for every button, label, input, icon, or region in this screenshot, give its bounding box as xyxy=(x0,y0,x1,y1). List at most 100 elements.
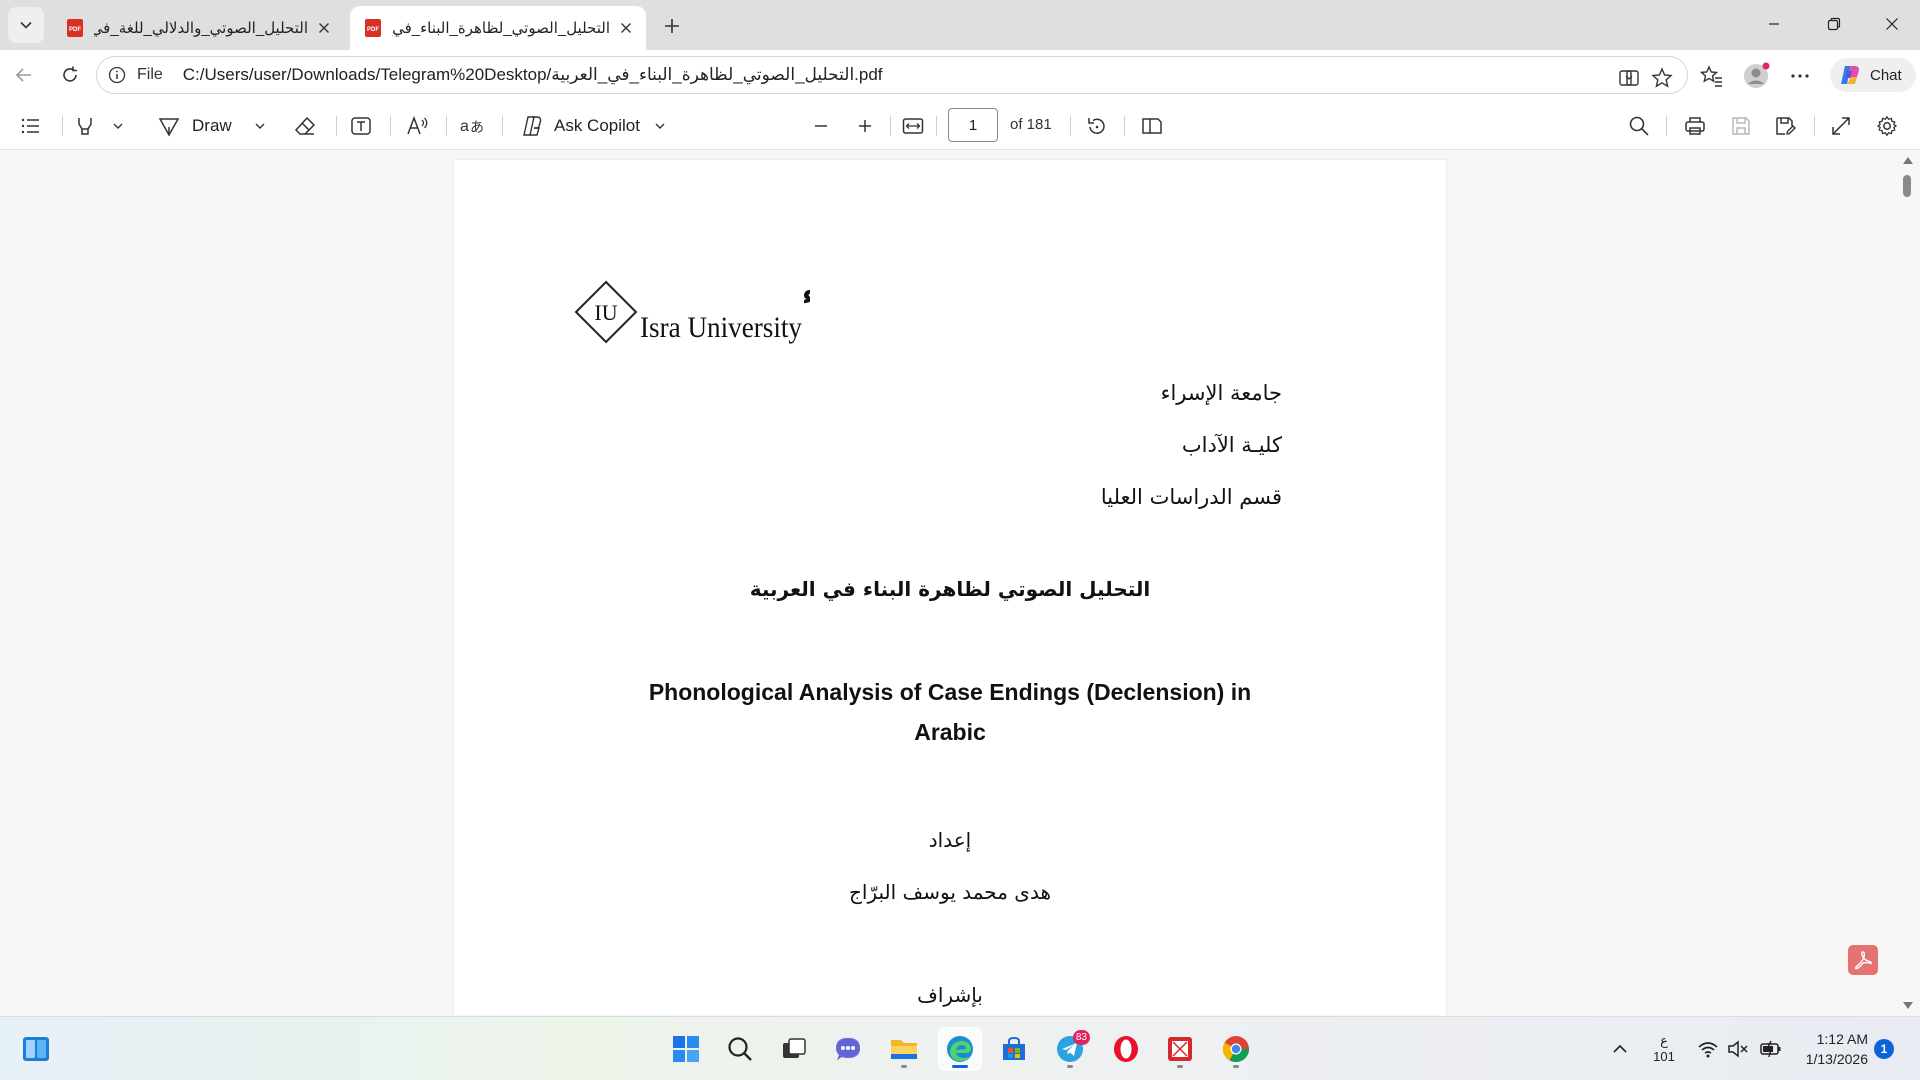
file-explorer-button[interactable] xyxy=(882,1027,926,1071)
chrome-button[interactable] xyxy=(1214,1027,1258,1071)
rotate-button[interactable] xyxy=(1086,113,1108,139)
start-button[interactable] xyxy=(664,1027,708,1071)
read-aloud-button[interactable] xyxy=(406,113,430,139)
clock-date: 1/13/2026 xyxy=(1805,1051,1868,1067)
scroll-up-arrow-icon[interactable] xyxy=(1903,157,1913,164)
chat-app-button[interactable] xyxy=(826,1027,870,1071)
save-button[interactable] xyxy=(1730,113,1752,139)
chevron-down-icon xyxy=(655,123,665,129)
draw-label: Draw xyxy=(192,116,232,135)
fit-width-icon xyxy=(902,118,924,134)
tab-pdf-phonological-analysis[interactable]: PDF التحليل_الصوتي_لظاهرة_البناء_في_ال xyxy=(350,6,646,50)
toolbar-divider xyxy=(1070,116,1071,136)
pdf-app-icon xyxy=(1168,1037,1192,1061)
toolbar-divider xyxy=(446,116,447,136)
pdf-viewer[interactable]: IU جامعة الإسراء Isra University جامعة ا… xyxy=(4,151,1900,1015)
minimize-button[interactable] xyxy=(1746,0,1802,48)
vertical-scrollbar[interactable] xyxy=(1898,151,1916,1015)
table-of-contents-button[interactable] xyxy=(20,113,42,139)
find-button[interactable] xyxy=(1628,113,1650,139)
task-view-button[interactable] xyxy=(772,1027,816,1071)
save-as-button[interactable] xyxy=(1774,113,1796,139)
translate-button[interactable]: aあ xyxy=(460,113,486,139)
edge-browser-button[interactable] xyxy=(938,1027,982,1071)
search-button[interactable] xyxy=(718,1027,762,1071)
highlight-options-dropdown[interactable] xyxy=(112,113,124,139)
system-clock[interactable]: 1:12 AM 1/13/2026 xyxy=(1790,1017,1868,1080)
chevron-down-icon xyxy=(255,123,265,129)
tab-close-button[interactable] xyxy=(616,18,636,38)
print-button[interactable] xyxy=(1684,113,1706,139)
favorites-icon[interactable] xyxy=(1698,62,1726,90)
close-icon xyxy=(621,23,631,33)
pdf-file-icon: PDF xyxy=(365,19,381,37)
rotate-icon xyxy=(1088,118,1105,135)
wifi-status[interactable] xyxy=(1694,1017,1722,1080)
running-indicator xyxy=(1177,1065,1183,1068)
copilot-chat-button[interactable]: Chat xyxy=(1830,58,1916,92)
scroll-thumb[interactable] xyxy=(1903,175,1911,197)
thesis-title-arabic: التحليل الصوتي لظاهرة البناء في العربية xyxy=(749,577,1151,601)
eraser-icon xyxy=(294,116,316,135)
chat-bubble-icon xyxy=(836,1038,860,1060)
notification-badge[interactable]: 1 xyxy=(1874,1039,1894,1059)
input-language-indicator[interactable]: ع 101 xyxy=(1648,1017,1680,1080)
add-text-button[interactable] xyxy=(350,113,372,139)
zoom-out-button[interactable] xyxy=(812,113,830,139)
ask-copilot-dropdown[interactable] xyxy=(654,113,666,139)
site-info-icon[interactable] xyxy=(107,65,127,85)
close-window-button[interactable] xyxy=(1864,0,1920,48)
search-icon xyxy=(728,1037,752,1061)
microsoft-store-button[interactable] xyxy=(992,1027,1036,1071)
logo-english-text: Isra University xyxy=(640,311,802,344)
fit-to-width-button[interactable] xyxy=(902,113,924,139)
favorite-star-icon[interactable] xyxy=(1650,66,1674,90)
tab-close-button[interactable] xyxy=(314,18,334,38)
pdf-page: IU جامعة الإسراء Isra University جامعة ا… xyxy=(454,160,1446,1015)
highlight-button[interactable] xyxy=(74,113,96,139)
chevron-down-icon xyxy=(113,123,123,129)
page-view-button[interactable] xyxy=(1140,113,1164,139)
refresh-icon xyxy=(63,66,77,82)
running-indicator xyxy=(901,1065,907,1068)
page-number-value: 1 xyxy=(968,116,978,134)
chevron-up-icon xyxy=(1613,1044,1627,1053)
telegram-button[interactable]: 83 xyxy=(1048,1027,1092,1071)
show-hidden-icons-button[interactable] xyxy=(1604,1017,1636,1080)
full-screen-button[interactable] xyxy=(1830,113,1852,139)
profile-avatar[interactable] xyxy=(1742,62,1770,90)
more-options-icon[interactable] xyxy=(1786,62,1814,90)
new-tab-button[interactable] xyxy=(656,10,688,42)
draw-options-dropdown[interactable] xyxy=(254,113,266,139)
list-icon xyxy=(21,118,39,134)
widgets-button[interactable] xyxy=(14,1027,58,1071)
tab-actions-menu-button[interactable] xyxy=(8,7,44,43)
address-bar[interactable]: File C:/Users/user/Downloads/Telegram%20… xyxy=(96,56,1688,94)
pdf-app-button[interactable] xyxy=(1158,1027,1202,1071)
url-scheme-label: File xyxy=(137,66,163,83)
read-aloud-immersive-icon[interactable] xyxy=(1617,66,1641,90)
thesis-title-english-line-1: Phonological Analysis of Case Endings (D… xyxy=(648,679,1252,705)
plus-icon xyxy=(859,120,871,132)
erase-button[interactable] xyxy=(294,113,316,139)
pdf-settings-button[interactable] xyxy=(1876,113,1898,139)
tab-pdf-semantic-analysis[interactable]: PDF التحليل_الصوتي_والدلالي_للغة_في_ا xyxy=(52,6,344,50)
volume-status[interactable] xyxy=(1724,1017,1752,1080)
toolbar-divider xyxy=(1814,116,1815,136)
battery-status[interactable] xyxy=(1756,1017,1786,1080)
minimize-icon xyxy=(1769,23,1779,25)
opera-button[interactable] xyxy=(1104,1027,1148,1071)
university-name-line: جامعة الإسراء xyxy=(1160,381,1282,405)
logo-arabic-text: جامعة الإسراء xyxy=(802,278,810,311)
scroll-down-arrow-icon[interactable] xyxy=(1903,1002,1913,1009)
restore-button[interactable] xyxy=(1806,0,1862,48)
acrobat-icon xyxy=(1854,951,1872,970)
back-button[interactable] xyxy=(8,59,40,91)
toolbar-divider xyxy=(890,116,891,136)
refresh-button[interactable] xyxy=(54,59,86,91)
acrobat-button[interactable] xyxy=(1848,945,1878,975)
page-number-input[interactable]: 1 xyxy=(948,108,998,142)
ask-copilot-button[interactable]: Ask Copilot xyxy=(520,113,640,139)
zoom-in-button[interactable] xyxy=(856,113,874,139)
draw-button[interactable]: Draw xyxy=(158,113,232,139)
